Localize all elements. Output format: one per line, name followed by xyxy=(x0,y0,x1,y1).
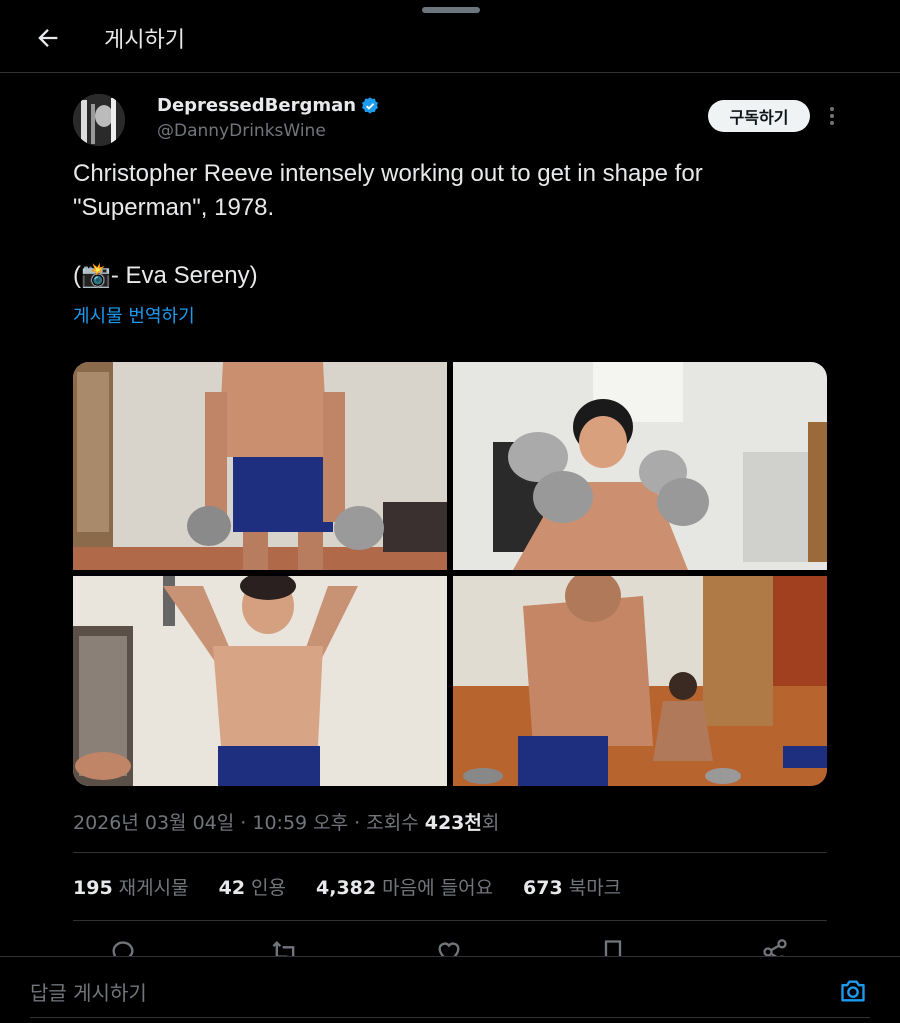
bookmark-icon[interactable] xyxy=(599,938,627,956)
divider xyxy=(73,852,827,853)
tweet-line-2: "Superman", 1978. xyxy=(73,194,275,221)
share-icon[interactable] xyxy=(761,938,789,956)
subscribe-button[interactable]: 구독하기 xyxy=(708,100,810,132)
camera-emoji-icon: 📸 xyxy=(81,262,111,289)
avatar[interactable] xyxy=(73,94,125,146)
stat-bookmarks[interactable]: 673 북마크 xyxy=(523,873,621,900)
views-count[interactable]: 423천 xyxy=(425,812,482,834)
meta-separator: · xyxy=(234,812,253,834)
post-date: 2026년 03월 04일 xyxy=(73,812,235,834)
camera-icon[interactable] xyxy=(838,977,868,1005)
tweet-line-3: (📸- Eva Sereny) xyxy=(73,259,813,293)
more-icon[interactable] xyxy=(822,104,842,128)
verified-badge-icon xyxy=(362,97,378,114)
author-name[interactable]: DepressedBergman xyxy=(157,95,356,116)
views-suffix: 회 xyxy=(481,812,500,834)
repost-icon[interactable] xyxy=(271,938,299,956)
reply-bar: 답글 게시하기 xyxy=(0,956,900,1023)
meta-separator: · xyxy=(348,812,367,834)
stat-quotes[interactable]: 42 인용 xyxy=(219,873,286,900)
divider xyxy=(73,920,827,921)
back-arrow-icon[interactable] xyxy=(34,24,62,52)
photo-2[interactable] xyxy=(453,362,827,570)
page-title: 게시하기 xyxy=(104,28,185,53)
tweet-credit-prefix: ( xyxy=(73,262,81,289)
photo-1[interactable] xyxy=(73,362,447,570)
stat-likes[interactable]: 4,382 마음에 들어요 xyxy=(316,873,493,900)
top-bar: 게시하기 xyxy=(0,0,900,73)
stat-reposts[interactable]: 195 재게시물 xyxy=(73,873,189,900)
tweet-line-1: Christopher Reeve intensely working out … xyxy=(73,160,703,187)
reply-input[interactable]: 답글 게시하기 xyxy=(30,977,810,1006)
views-label: 조회수 xyxy=(366,812,425,834)
action-bar xyxy=(73,938,827,956)
reply-input-underline xyxy=(30,1017,870,1018)
engagement-stats: 195 재게시물 42 인용 4,382 마음에 들어요 673 북마크 xyxy=(73,873,621,900)
like-icon[interactable] xyxy=(435,938,463,956)
translate-post-link[interactable]: 게시물 번역하기 xyxy=(73,302,195,328)
post-time: 10:59 오후 xyxy=(252,812,349,834)
photo-3[interactable] xyxy=(73,576,447,786)
tweet-credit-text: - Eva Sereny) xyxy=(110,262,258,289)
post-meta: 2026년 03월 04일 · 10:59 오후 · 조회수 423천회 xyxy=(73,808,499,835)
photo-4[interactable] xyxy=(453,576,827,786)
tweet-text: Christopher Reeve intensely working out … xyxy=(73,157,813,293)
reply-icon[interactable] xyxy=(109,938,137,956)
media-grid xyxy=(73,362,827,786)
author-handle[interactable]: @DannyDrinksWine xyxy=(157,121,326,141)
